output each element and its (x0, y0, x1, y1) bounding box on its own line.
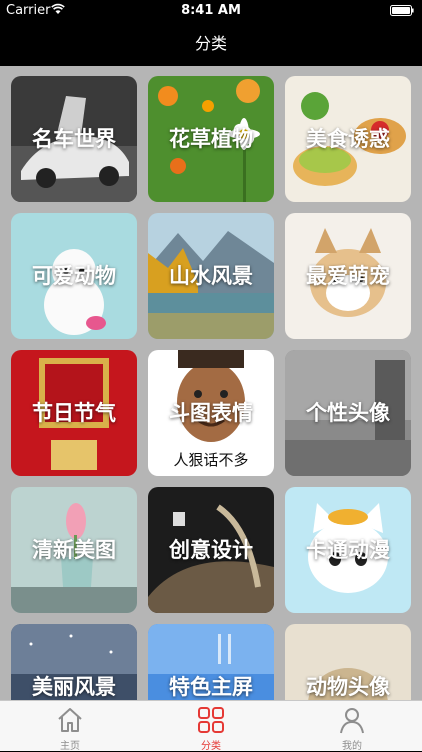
category-tile-cute-animals[interactable]: 可爱动物 (11, 213, 137, 339)
category-tile-animal-avatars[interactable]: 动物头像 (285, 624, 411, 700)
person-icon (340, 708, 364, 734)
category-tile-fresh[interactable]: 清新美图 (11, 487, 137, 613)
status-time: 8:41 AM (181, 3, 241, 18)
category-label: 可爱动物 (32, 264, 116, 288)
category-label: 卡通动漫 (306, 538, 390, 562)
page-title: 分类 (194, 34, 227, 53)
navigation-bar: 分类 (0, 22, 422, 66)
category-tile-scenery[interactable]: 美丽风景 (11, 624, 137, 700)
tab-bar: 主页 分类 我的 (0, 700, 422, 752)
category-label: 美丽风景 (32, 675, 116, 699)
category-caption: 人狠话不多 (173, 451, 249, 469)
category-label: 动物头像 (306, 675, 390, 699)
category-label: 特色主屏 (169, 675, 253, 699)
category-tile-plants[interactable]: 花草植物 (148, 76, 274, 202)
category-label: 名车世界 (32, 127, 116, 151)
category-label: 节日节气 (32, 401, 116, 425)
tab-home[interactable]: 主页 (0, 701, 140, 752)
category-tile-avatars[interactable]: 个性头像 (285, 350, 411, 476)
category-tile-memes[interactable]: 斗图表情 人狠话不多 (148, 350, 274, 476)
category-label: 山水风景 (169, 264, 253, 288)
category-tile-food[interactable]: 美食诱惑 (285, 76, 411, 202)
category-tile-cars[interactable]: 名车世界 (11, 76, 137, 202)
tab-category[interactable]: 分类 (141, 701, 281, 752)
category-label: 创意设计 (169, 538, 253, 562)
category-tile-landscape[interactable]: 山水风景 (148, 213, 274, 339)
category-tile-home-screen[interactable]: 特色主屏 (148, 624, 274, 700)
category-label: 花草植物 (169, 127, 253, 151)
battery-icon (390, 5, 414, 16)
category-label: 最爱萌宠 (306, 264, 390, 288)
category-label: 清新美图 (32, 538, 116, 562)
grid-icon (198, 707, 224, 733)
category-label: 美食诱惑 (306, 127, 390, 151)
category-label: 个性头像 (306, 401, 390, 425)
category-tile-creative[interactable]: 创意设计 (148, 487, 274, 613)
category-tile-festivals[interactable]: 节日节气 (11, 350, 137, 476)
tab-profile[interactable]: 我的 (282, 701, 422, 752)
category-label: 斗图表情 (169, 401, 253, 425)
category-tile-anime[interactable]: 卡通动漫 (285, 487, 411, 613)
home-icon (58, 708, 82, 732)
category-tile-pets[interactable]: 最爱萌宠 (285, 213, 411, 339)
category-grid-scroll[interactable]: 名车世界 花草植物 美食诱惑 可爱动物 山水风景 最爱萌宠 节日节气 斗图表情 … (0, 66, 422, 700)
status-bar: Carrier 8:41 AM (0, 0, 422, 22)
